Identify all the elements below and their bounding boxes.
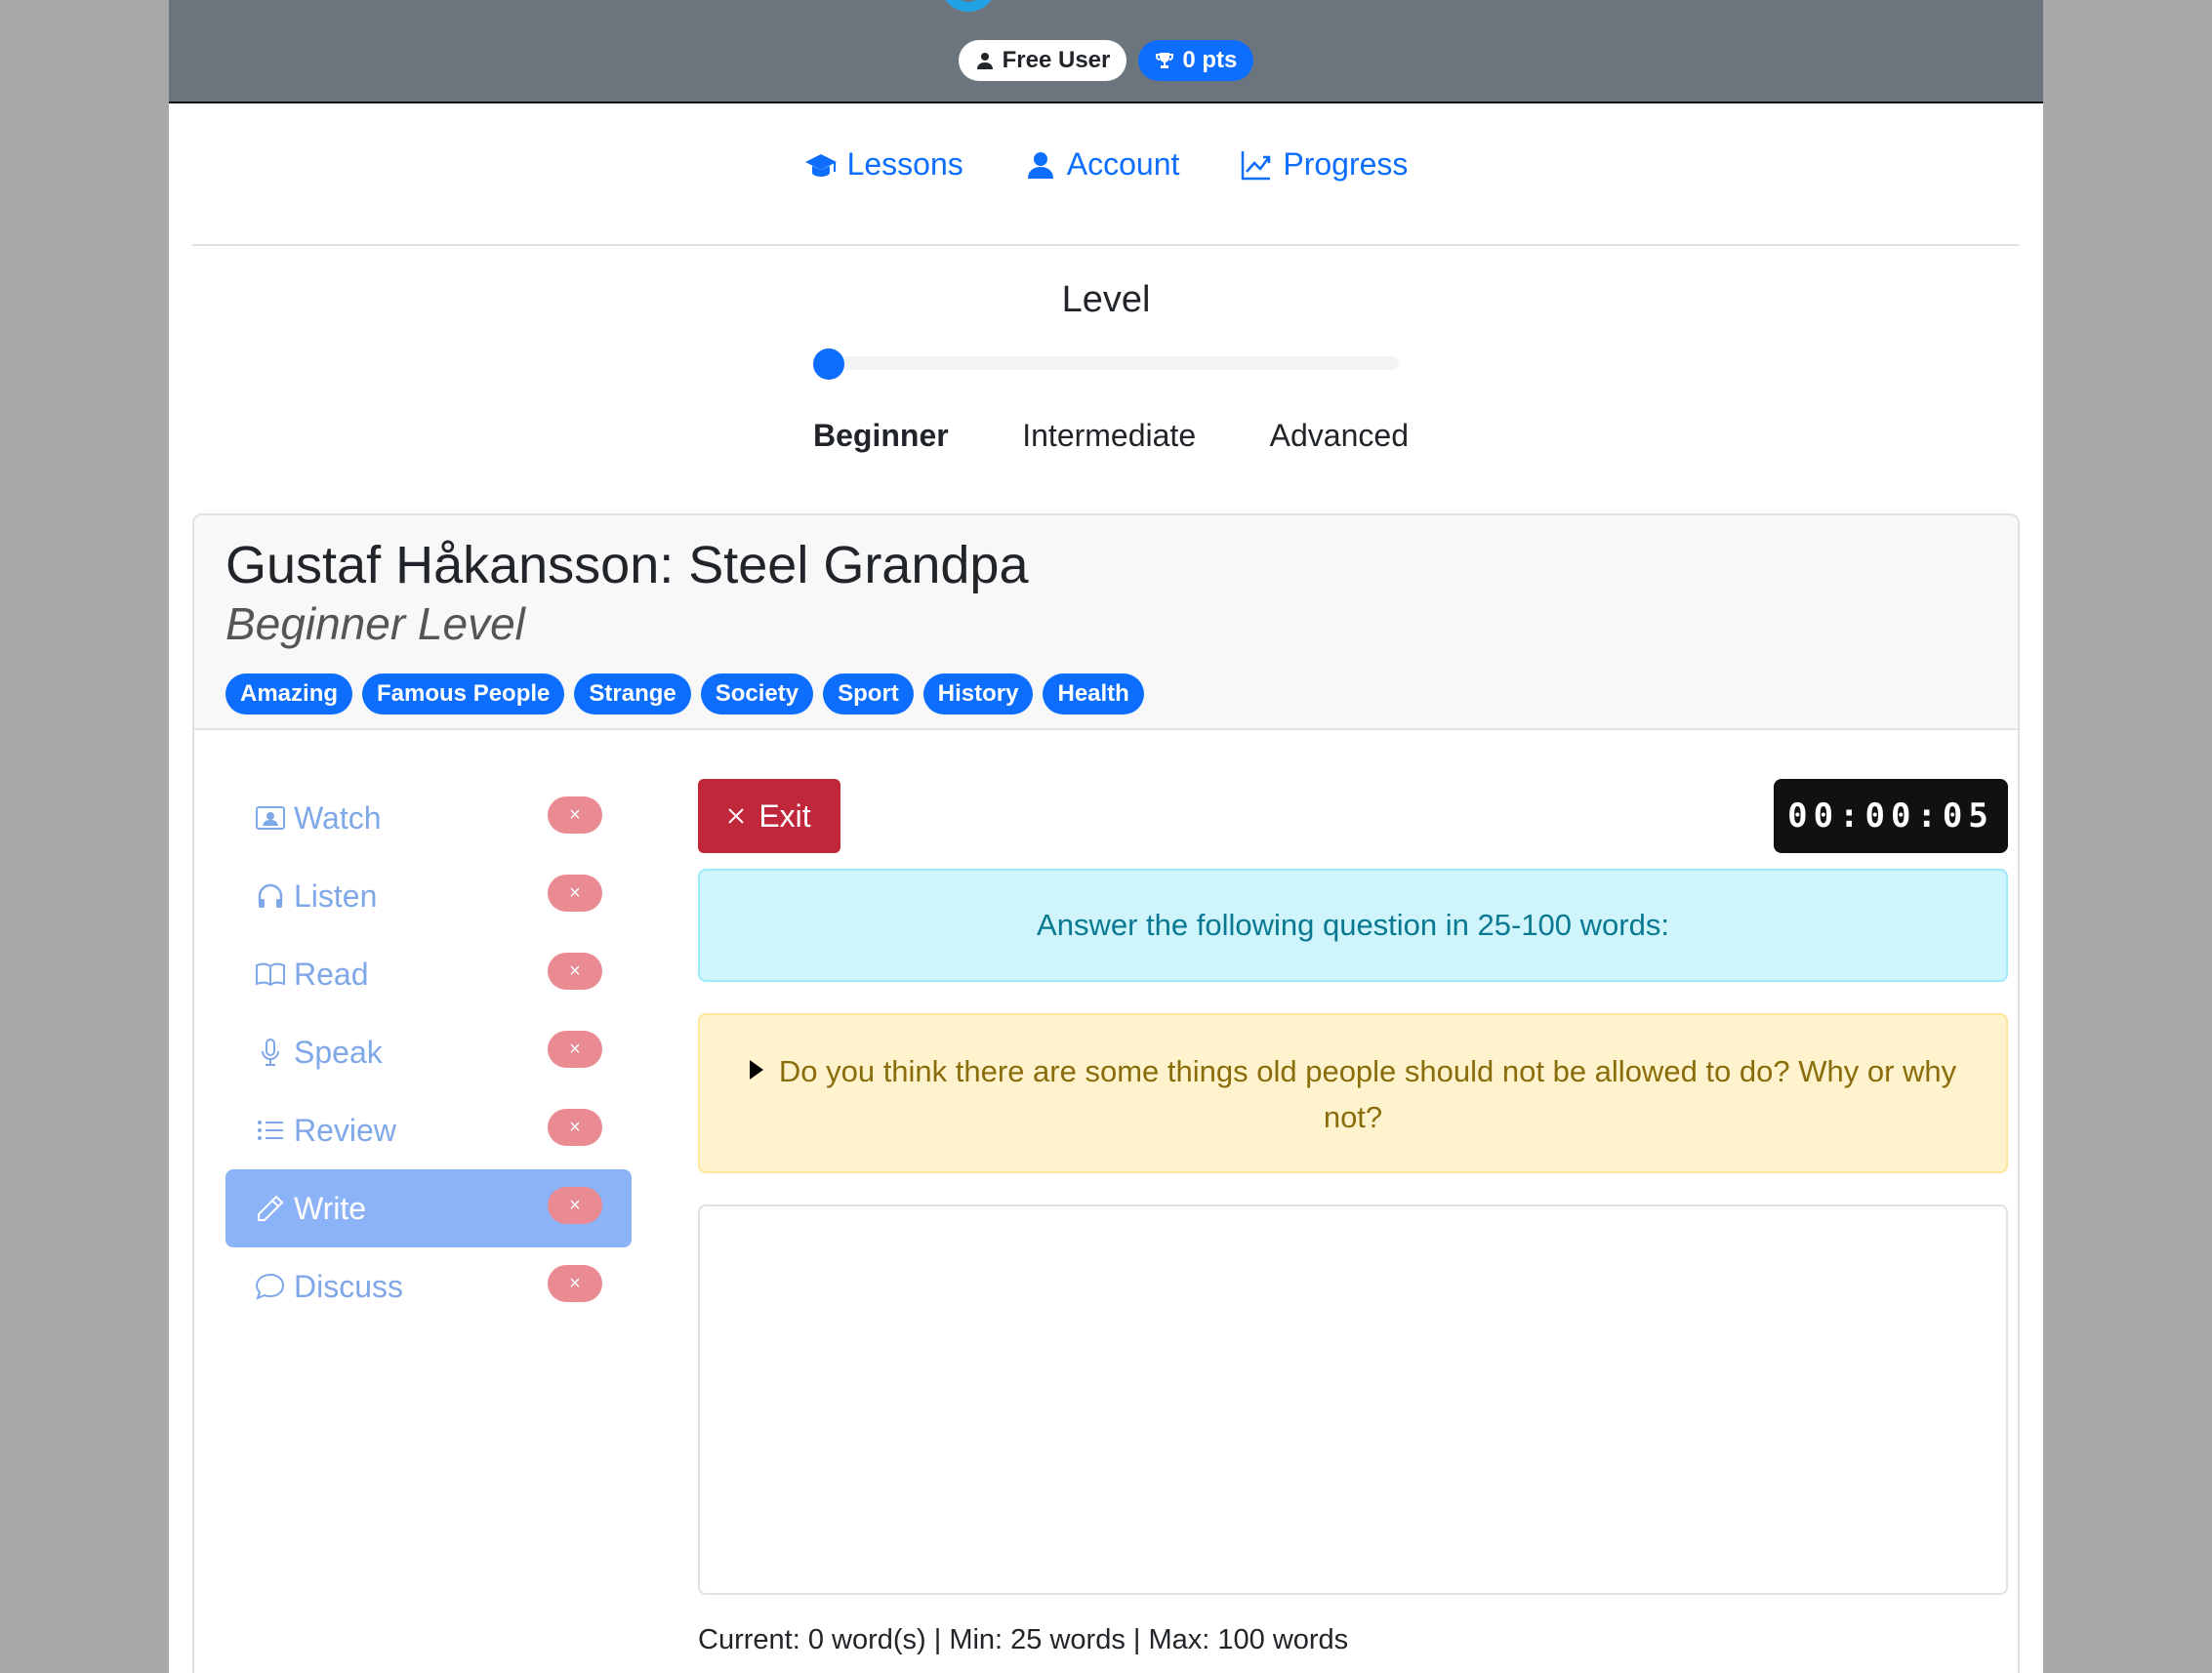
status-x-icon: × bbox=[548, 1265, 602, 1302]
sidebar-item-read[interactable]: Read × bbox=[225, 935, 632, 1013]
main-nav: Lessons Account Progress bbox=[169, 146, 2043, 183]
nav-progress[interactable]: Progress bbox=[1240, 146, 1408, 183]
instruction-alert: Answer the following question in 25-100 … bbox=[698, 869, 2008, 982]
elapsed-timer: 00:00:05 bbox=[1774, 779, 2008, 853]
status-x-icon: × bbox=[548, 875, 602, 912]
user-icon bbox=[1027, 151, 1053, 179]
sidebar-item-label: Discuss bbox=[294, 1268, 404, 1304]
points-label: 0 pts bbox=[1182, 47, 1238, 73]
close-icon bbox=[728, 808, 745, 824]
status-x-icon: × bbox=[548, 1187, 602, 1224]
level-slider-track[interactable] bbox=[813, 356, 1399, 370]
chat-icon bbox=[255, 1273, 285, 1300]
tag-badge[interactable]: Health bbox=[1043, 673, 1144, 714]
status-x-icon: × bbox=[548, 796, 602, 834]
book-icon bbox=[256, 962, 285, 987]
lesson-header: Gustaf Håkansson: Steel Grandpa Beginner… bbox=[194, 515, 2018, 730]
question-alert: Do you think there are some things old p… bbox=[698, 1013, 2008, 1173]
level-option-beginner[interactable]: Beginner bbox=[813, 418, 949, 454]
sidebar-item-listen[interactable]: Listen × bbox=[225, 857, 632, 935]
user-icon bbox=[976, 53, 993, 69]
sidebar-item-write[interactable]: Write × bbox=[225, 1169, 632, 1247]
headphones-icon bbox=[258, 883, 283, 908]
tag-badge[interactable]: Society bbox=[700, 673, 814, 714]
nav-lessons[interactable]: Lessons bbox=[804, 146, 963, 183]
level-option-advanced[interactable]: Advanced bbox=[1270, 418, 1409, 454]
user-badges: Free User 0 pts bbox=[169, 40, 2043, 81]
answer-textarea[interactable] bbox=[698, 1204, 2008, 1595]
user-type-label: Free User bbox=[1002, 47, 1111, 73]
microphone-icon bbox=[262, 1039, 279, 1066]
activity-sidebar: Watch × Listen × Read × Speak × Review ×… bbox=[225, 779, 632, 1326]
list-icon bbox=[258, 1121, 283, 1140]
sidebar-item-discuss[interactable]: Discuss × bbox=[225, 1247, 632, 1326]
sidebar-item-review[interactable]: Review × bbox=[225, 1091, 632, 1169]
level-option-intermediate[interactable]: Intermediate bbox=[1022, 418, 1196, 454]
status-x-icon: × bbox=[548, 953, 602, 990]
tag-badge[interactable]: Famous People bbox=[362, 673, 565, 714]
lesson-title: Gustaf Håkansson: Steel Grandpa bbox=[225, 536, 1029, 594]
graduation-cap-icon bbox=[804, 153, 837, 177]
level-options: Beginner Intermediate Advanced bbox=[813, 418, 1409, 454]
sidebar-item-label: Write bbox=[294, 1190, 367, 1226]
sidebar-item-label: Review bbox=[294, 1112, 396, 1148]
exit-button-label: Exit bbox=[758, 797, 811, 834]
tag-badge[interactable]: Amazing bbox=[225, 673, 353, 714]
logo-icon bbox=[940, 0, 997, 12]
sidebar-item-label: Watch bbox=[294, 799, 382, 836]
sidebar-item-label: Read bbox=[294, 956, 369, 992]
question-text: Do you think there are some things old p… bbox=[778, 1054, 1957, 1134]
nav-lessons-label: Lessons bbox=[846, 146, 963, 182]
video-icon bbox=[256, 806, 285, 830]
level-slider-handle[interactable] bbox=[813, 348, 844, 380]
caret-right-icon bbox=[749, 1060, 763, 1080]
tag-badge[interactable]: Sport bbox=[823, 673, 914, 714]
lesson-card: Gustaf Håkansson: Steel Grandpa Beginner… bbox=[192, 513, 2020, 1673]
user-type-badge: Free User bbox=[958, 40, 1127, 81]
exit-button[interactable]: Exit bbox=[698, 779, 840, 853]
nav-divider bbox=[192, 244, 2020, 246]
points-badge: 0 pts bbox=[1138, 40, 1254, 81]
page: Free User 0 pts Lessons Account Progress… bbox=[169, 0, 2043, 1673]
trophy-icon bbox=[1156, 53, 1174, 68]
sidebar-item-label: Listen bbox=[294, 877, 378, 914]
lesson-level: Beginner Level bbox=[225, 598, 525, 649]
lesson-tags: Amazing Famous People Strange Society Sp… bbox=[225, 673, 1144, 714]
status-x-icon: × bbox=[548, 1031, 602, 1068]
sidebar-item-label: Speak bbox=[294, 1034, 383, 1070]
chart-line-icon bbox=[1242, 150, 1271, 180]
sidebar-item-watch[interactable]: Watch × bbox=[225, 779, 632, 857]
sidebar-item-speak[interactable]: Speak × bbox=[225, 1013, 632, 1091]
top-bar: Free User 0 pts bbox=[169, 0, 2043, 103]
tag-badge[interactable]: History bbox=[922, 673, 1034, 714]
word-count: Current: 0 word(s) | Min: 25 words | Max… bbox=[698, 1624, 1349, 1655]
pencil-icon bbox=[258, 1195, 284, 1221]
level-heading: Level bbox=[1061, 279, 1151, 320]
tag-badge[interactable]: Strange bbox=[574, 673, 691, 714]
nav-progress-label: Progress bbox=[1283, 146, 1409, 182]
status-x-icon: × bbox=[548, 1109, 602, 1146]
nav-account-label: Account bbox=[1066, 146, 1180, 182]
nav-account[interactable]: Account bbox=[1024, 146, 1180, 183]
